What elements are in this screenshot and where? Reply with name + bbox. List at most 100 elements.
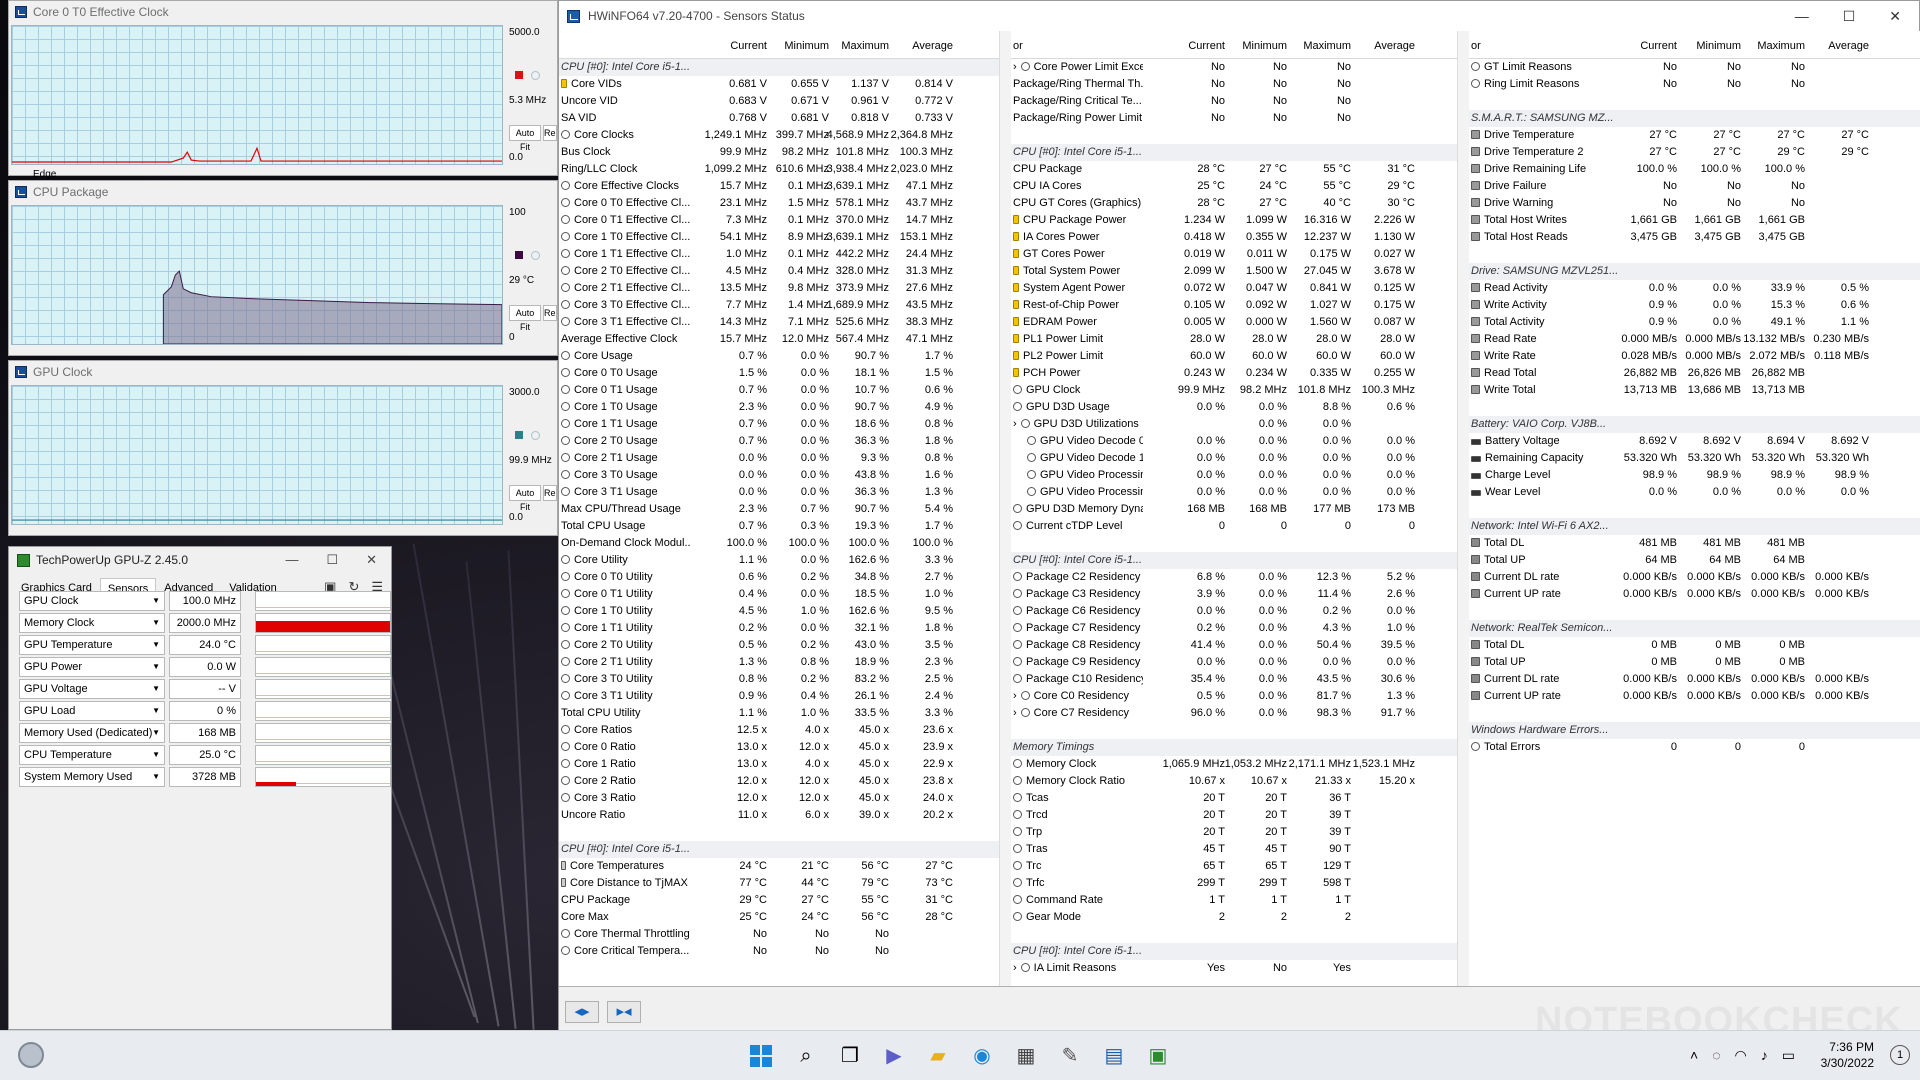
sensor-row[interactable]: Remaining Capacity 53.320 Wh 53.320 Wh 53.3… xyxy=(1469,450,1920,467)
series-color-swatch[interactable] xyxy=(515,431,523,439)
sensor-select[interactable]: System Memory Used ▼ xyxy=(19,767,165,787)
header-minimum[interactable]: Minimum xyxy=(1671,40,1741,52)
sensor-row[interactable]: Memory Clock Ratio 10.67 x 10.67 x 21.33 x1… xyxy=(1011,773,1468,790)
sensor-row[interactable]: › IA Limit Reasons Yes No Yes xyxy=(1011,960,1468,977)
sensor-pane-1[interactable]: Current Minimum Maximum Average CPU [#0]: In… xyxy=(559,31,1011,986)
sensor-row[interactable]: Drive Warning No No No xyxy=(1469,195,1920,212)
sensor-row[interactable]: Core Max 25 °C 24 °C 56 °C 28 °C xyxy=(559,909,1010,926)
chevron-right-icon[interactable]: › xyxy=(1013,418,1017,430)
sensor-row[interactable]: GT Cores Power 0.019 W 0.011 W 0.175 W 0.027… xyxy=(1011,246,1468,263)
sensor-row[interactable]: Core 3 Ratio 12.0 x 12.0 x 45.0 x 24.0 x xyxy=(559,790,1010,807)
chevron-up-icon[interactable]: ˄ xyxy=(1690,1047,1698,1064)
sensor-group-header[interactable]: CPU [#0]: Intel Core i5-1... xyxy=(1011,144,1468,161)
sensor-row[interactable]: Max CPU/Thread Usage 2.3 % 0.7 % 90.7 % 5.4 … xyxy=(559,501,1010,518)
auto-fit-button[interactable]: Auto Fit xyxy=(509,305,541,332)
sensor-select[interactable]: Memory Used (Dedicated) ▼ xyxy=(19,723,165,743)
sensor-row[interactable]: Trp 20 T 20 T 39 T xyxy=(1011,824,1468,841)
sensor-pane-2[interactable]: or Current Minimum Maximum Average › Core Powe… xyxy=(1011,31,1469,986)
sensor-pane-3[interactable]: or Current Minimum Maximum Average GT Limit R… xyxy=(1469,31,1920,986)
sensor-group-header[interactable]: Memory Timings xyxy=(1011,739,1468,756)
close-icon[interactable]: ✕ xyxy=(366,552,377,568)
sensor-row[interactable]: Total Host Reads 3,475 GB 3,475 GB 3,475 GB xyxy=(1469,229,1920,246)
sensor-row[interactable]: Core 0 T1 Usage 0.7 % 0.0 % 10.7 % 0.6 % xyxy=(559,382,1010,399)
series-toggle[interactable] xyxy=(531,71,540,80)
sensor-row[interactable]: Trcd 20 T 20 T 39 T xyxy=(1011,807,1468,824)
sensor-select[interactable]: GPU Voltage ▼ xyxy=(19,679,165,699)
sensor-row[interactable]: Core Utility 1.1 % 0.0 % 162.6 % 3.3 % xyxy=(559,552,1010,569)
sensor-row[interactable]: Core Critical Tempera... No No No xyxy=(559,943,1010,960)
sensor-row[interactable]: Package/Ring Thermal Th... No No No xyxy=(1011,76,1468,93)
sensor-select[interactable]: GPU Power ▼ xyxy=(19,657,165,677)
sensor-row[interactable]: Core 3 T0 Effective Cl... 7.7 MHz 1.4 MHz 1… xyxy=(559,297,1010,314)
sensor-row[interactable]: CPU IA Cores 25 °C 24 °C 55 °C 29 °C xyxy=(1011,178,1468,195)
collapse-button[interactable]: ▸◂ xyxy=(607,1001,641,1023)
sensor-row[interactable]: Ring Limit Reasons No No No xyxy=(1469,76,1920,93)
sensor-row[interactable]: Core 3 T0 Utility 0.8 % 0.2 % 83.2 % 2.5 % xyxy=(559,671,1010,688)
sensor-row[interactable]: CPU GT Cores (Graphics) 28 °C 27 °C 40 °C 30… xyxy=(1011,195,1468,212)
sensor-row[interactable]: Bus Clock 99.9 MHz 98.2 MHz 101.8 MHz 100.3 … xyxy=(559,144,1010,161)
sensor-row[interactable]: Command Rate 1 T1 T1 T xyxy=(1011,892,1468,909)
sensor-group-header[interactable]: Network: Intel Wi-Fi 6 AX2... xyxy=(1469,518,1920,535)
sensor-row[interactable]: GPU Clock 99.9 MHz 98.2 MHz 101.8 MHz 100.3 … xyxy=(1011,382,1468,399)
sensor-row[interactable]: GPU D3D Usage 0.0 % 0.0 % 8.8 % 0.6 % xyxy=(1011,399,1468,416)
sensor-row[interactable]: Core 1 T0 Effective Cl... 54.1 MHz 8.9 MHz… xyxy=(559,229,1010,246)
sensor-row[interactable]: GPU Video Decode 1 ...0.0 %0.0 %0.0 %0.0… xyxy=(1011,450,1468,467)
task-view-icon[interactable]: ❐ xyxy=(838,1044,862,1068)
sensor-row[interactable]: Package C6 Residency 0.0 % 0.0 % 0.2 % 0.0 % xyxy=(1011,603,1468,620)
reset-button[interactable]: Re xyxy=(543,305,557,321)
sensor-row[interactable]: Tcas 20 T 20 T 36 T xyxy=(1011,790,1468,807)
sensor-row[interactable]: Uncore Ratio 11.0 x 6.0 x 39.0 x 20.2 x xyxy=(559,807,1010,824)
battery-icon[interactable]: ▭ xyxy=(1782,1047,1795,1064)
sensor-select[interactable]: GPU Load ▼ xyxy=(19,701,165,721)
sensor-row[interactable]: Core 1 T1 Utility 0.2 % 0.0 % 32.1 % 1.8 % xyxy=(559,620,1010,637)
sensor-row[interactable]: Current DL rate 0.000 KB/s 0.000 KB/s 0.000… xyxy=(1469,671,1920,688)
series-toggle[interactable] xyxy=(531,431,540,440)
sensor-select[interactable]: Memory Clock ▼ xyxy=(19,613,165,633)
sensor-row[interactable]: Uncore VID 0.683 V 0.671 V 0.961 V 0.772 V xyxy=(559,93,1010,110)
sensor-group-header[interactable]: Battery: VAIO Corp. VJ8B... xyxy=(1469,416,1920,433)
sensor-row[interactable]: EDRAM Power 0.005 W 0.000 W 1.560 W 0.087 W xyxy=(1011,314,1468,331)
sensor-row[interactable]: CPU Package 28 °C 27 °C 55 °C 31 °C xyxy=(1011,161,1468,178)
auto-fit-button[interactable]: Auto Fit xyxy=(509,485,541,512)
sensor-group-header[interactable]: CPU [#0]: Intel Core i5-1... xyxy=(559,59,1010,76)
header-maximum[interactable]: Maximum xyxy=(1281,40,1351,52)
sensor-row[interactable]: Drive Temperature 27 °C 27 °C 27 °C 27 °C xyxy=(1469,127,1920,144)
sensor-row[interactable]: SA VID 0.768 V 0.681 V 0.818 V 0.733 V xyxy=(559,110,1010,127)
sensor-row[interactable]: Trfc 299 T 299 T 598 T xyxy=(1011,875,1468,892)
sensor-row[interactable]: Core 3 T1 Utility 0.9 % 0.4 % 26.1 % 2.4 % xyxy=(559,688,1010,705)
edge-icon[interactable]: ◉ xyxy=(970,1044,994,1068)
minimize-icon[interactable]: — xyxy=(285,552,298,568)
graph-window-gpu-clock[interactable]: GPU Clock 3000.0 99.9 MHz Auto Fit Re 0.… xyxy=(8,360,558,536)
sensor-row[interactable]: › Core C7 Residency 96.0 % 0.0 % 98.3 % 91.7 … xyxy=(1011,705,1468,722)
reset-button[interactable]: Re xyxy=(543,125,557,141)
sensor-row[interactable]: Total DL 0 MB 0 MB 0 MB xyxy=(1469,637,1920,654)
sensor-row[interactable]: Package C10 Residency 35.4 % 0.0 % 43.5 % 30… xyxy=(1011,671,1468,688)
close-icon[interactable]: ✕ xyxy=(1889,8,1901,25)
sensor-row[interactable]: Write Activity 0.9 % 0.0 % 15.3 % 0.6 % xyxy=(1469,297,1920,314)
sensor-row[interactable]: IA Cores Power 0.418 W 0.355 W 12.237 W 1.13… xyxy=(1011,229,1468,246)
sensor-select[interactable]: CPU Temperature ▼ xyxy=(19,745,165,765)
sensor-row[interactable]: Core 3 T0 Usage 0.0 % 0.0 % 43.8 % 1.6 % xyxy=(559,467,1010,484)
header-current[interactable]: Current xyxy=(1607,40,1677,52)
sensor-row[interactable]: Package/Ring Critical Te... No No No xyxy=(1011,93,1468,110)
sensor-group-header[interactable]: Drive: SAMSUNG MZVL251... xyxy=(1469,263,1920,280)
header-average[interactable]: Average xyxy=(1799,40,1869,52)
wifi-icon[interactable]: ◠ xyxy=(1735,1047,1747,1064)
sensor-row[interactable]: Battery Voltage 8.692 V 8.692 V 8.694 V 8.69… xyxy=(1469,433,1920,450)
sensor-row[interactable]: Core 2 T1 Usage 0.0 % 0.0 % 9.3 % 0.8 % xyxy=(559,450,1010,467)
sensor-row[interactable]: Core 2 T1 Utility 1.3 % 0.8 % 18.9 % 2.3 % xyxy=(559,654,1010,671)
sensor-row[interactable]: Core VIDs 0.681 V 0.655 V 1.137 V 0.814 V xyxy=(559,76,1010,93)
chat-icon[interactable]: ▶ xyxy=(882,1044,906,1068)
hwinfo-taskbar-icon[interactable]: ▤ xyxy=(1102,1044,1126,1068)
sensor-row[interactable]: Total DL 481 MB 481 MB 481 MB xyxy=(1469,535,1920,552)
maximize-icon[interactable]: ☐ xyxy=(326,552,338,568)
sensor-row[interactable]: Core Thermal Throttling No No No xyxy=(559,926,1010,943)
sensor-row[interactable]: PCH Power 0.243 W 0.234 W 0.335 W 0.255 W xyxy=(1011,365,1468,382)
sensor-row[interactable]: Core 0 T0 Usage 1.5 % 0.0 % 18.1 % 1.5 % xyxy=(559,365,1010,382)
header-current[interactable]: Current xyxy=(697,40,767,52)
header-current[interactable]: Current xyxy=(1155,40,1225,52)
sensor-select[interactable]: GPU Clock ▼ xyxy=(19,591,165,611)
sensor-row[interactable]: Memory Clock 1,065.9 MHz 1,053.2 MHz 2,171.… xyxy=(1011,756,1468,773)
sensor-row[interactable]: Core 2 T1 Effective Cl... 13.5 MHz 9.8 MHz… xyxy=(559,280,1010,297)
sensor-row[interactable]: Core 0 T0 Utility 0.6 % 0.2 % 34.8 % 2.7 % xyxy=(559,569,1010,586)
